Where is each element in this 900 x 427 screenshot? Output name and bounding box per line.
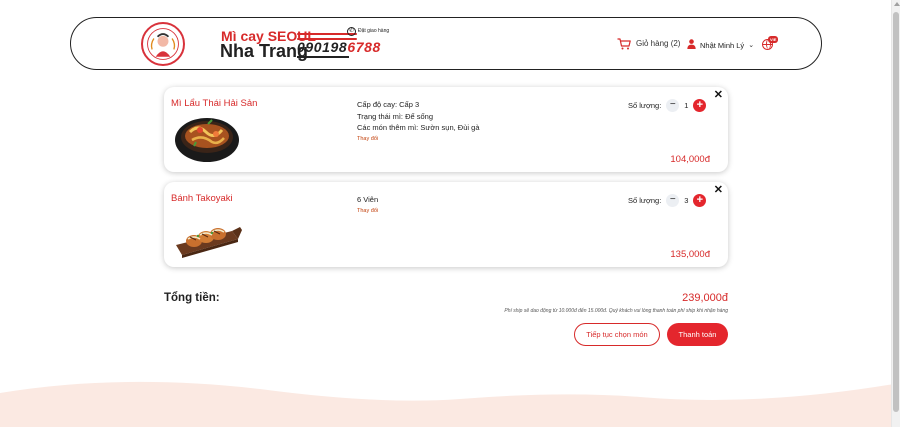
close-icon[interactable]: ✕ [714,88,723,101]
phone-number-part2: 6788 [347,39,381,55]
scrollbar-thumb[interactable] [893,12,899,412]
user-name: Nhật Minh Lý [700,40,745,50]
item-name[interactable]: Mì Lẩu Thái Hải Sản [171,98,257,109]
item-image [172,207,242,259]
quantity-label: Số lượng: [628,101,662,110]
minus-icon[interactable]: − [666,194,680,207]
hotline-underline [297,56,349,58]
cart-link[interactable]: Giỏ hàng (2) [617,37,681,50]
phone-number[interactable]: 0901986788 [297,39,381,55]
quantity-stepper: Số lượng: − 3 + [628,194,707,207]
page: Mì cay SEOUL Nha Trang ✆ Đặt giao hàng 0… [0,0,900,427]
cart-label: Giỏ hàng (2) [636,38,681,48]
item-options: Cấp độ cay: Cấp 3 Trạng thái mì: Để sống… [357,99,480,143]
brand-logo[interactable] [141,22,185,66]
checkout-button[interactable]: Thanh toán [667,323,728,346]
cart-item: Bánh Takoyaki 6 Viên Thay đổi Số lượng: … [164,182,728,267]
phone-number-part1: 090198 [297,39,348,55]
footer-wave [0,381,900,427]
plus-icon[interactable]: + [693,194,707,207]
plus-icon[interactable]: + [693,99,707,112]
shipping-note: Phí ship sẽ dao động từ 10.000đ đến 15.0… [504,308,728,314]
cart-item: Mì Lẩu Thái Hải Sản Cấp độ cay: Cấp 3 Tr… [164,87,728,172]
item-price: 135,000đ [670,249,710,260]
brand-name-line2: Nha Trang [220,41,309,61]
quantity-stepper: Số lượng: − 1 + [628,99,707,112]
scroll-up-arrow[interactable] [893,2,900,6]
chevron-down-icon: ⌄ [748,42,755,49]
item-options: 6 Viên Thay đổi [357,194,378,215]
item-price: 104,000đ [670,154,710,165]
site-header: Mì cay SEOUL Nha Trang ✆ Đặt giao hàng 0… [70,17,822,70]
phone-icon: ✆ [347,27,356,36]
minus-icon[interactable]: − [666,99,680,112]
change-options-link[interactable]: Thay đổi [357,135,480,143]
order-delivery-label: Đặt giao hàng [358,28,390,34]
user-icon [687,36,696,54]
option-extras: Các món thêm mì: Sườn sụn, Đùi gà [357,123,480,132]
quantity-label: Số lượng: [628,196,662,205]
hotline[interactable]: ✆ Đặt giao hàng 0901986788 [297,26,393,62]
cart-icon [617,37,631,50]
option-noodle-state: Trạng thái mì: Để sống [357,111,434,121]
option-spice-level: Cấp độ cay: Cấp 3 [357,100,420,109]
total-label: Tổng tiền: [164,292,220,304]
option-piece-count: 6 Viên [357,195,379,204]
change-options-link[interactable]: Thay đổi [357,207,378,215]
total-value: 239,000đ [682,292,728,304]
continue-shopping-button[interactable]: Tiếp tục chọn món [574,323,660,346]
user-menu[interactable]: Nhật Minh Lý ⌄ [687,36,754,54]
quantity-value: 1 [684,101,689,110]
quantity-value: 3 [684,196,689,205]
item-image [172,112,242,164]
language-badge: VIE [768,36,779,43]
item-name[interactable]: Bánh Takoyaki [171,193,233,204]
page-scrollbar[interactable] [891,0,900,427]
close-icon[interactable]: ✕ [714,183,723,196]
